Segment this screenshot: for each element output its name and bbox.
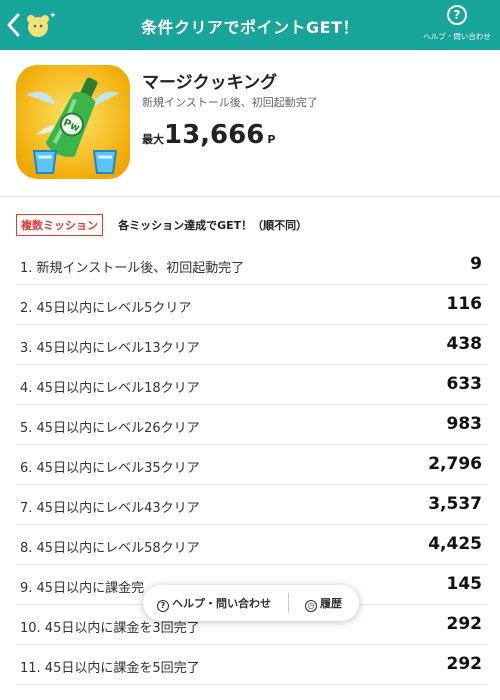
mission-points: 116 bbox=[446, 294, 483, 314]
mission-row: 8. 45日以内にレベル58クリア 4,425 bbox=[16, 525, 486, 565]
mission-points: 983 bbox=[446, 414, 483, 434]
back-button[interactable]: ✦ bbox=[4, 10, 57, 40]
mission-row: 3. 45日以内にレベル13クリア 438 bbox=[16, 325, 486, 365]
divider bbox=[288, 593, 289, 613]
history-label: 履歴 bbox=[320, 597, 342, 610]
chevron-left-icon: ✦ bbox=[7, 11, 57, 37]
mission-points: 292 bbox=[446, 614, 483, 634]
mission-row: 6. 45日以内にレベル35クリア 2,796 bbox=[16, 445, 486, 485]
mission-label: 4. 45日以内にレベル18クリア bbox=[20, 381, 200, 396]
top-header: ✦ 条件クリアでポイントGET！ ? ヘルプ・問い合わせ bbox=[0, 0, 500, 50]
mission-label: 1. 新規インストール後、初回起動完了 bbox=[20, 261, 245, 276]
mission-points: 4,425 bbox=[428, 534, 482, 554]
mission-header: 複数ミッション 各ミッション達成でGET！（順不同） bbox=[16, 214, 307, 236]
mission-label: 7. 45日以内にレベル43クリア bbox=[20, 501, 200, 516]
mission-label: 3. 45日以内にレベル13クリア bbox=[20, 341, 200, 356]
question-circle-icon: ? bbox=[447, 5, 467, 25]
mission-points: 292 bbox=[446, 654, 483, 674]
mission-note: 各ミッション達成でGET！（順不同） bbox=[118, 219, 308, 232]
floating-action-bar: ? ヘルプ・問い合わせ ◷ 履歴 bbox=[143, 585, 359, 621]
mission-points: 9 bbox=[470, 254, 482, 274]
mission-points: 438 bbox=[446, 334, 483, 354]
mission-row: 11. 45日以内に課金を5回完了 292 bbox=[16, 645, 486, 685]
multi-mission-badge: 複数ミッション bbox=[16, 214, 103, 236]
mission-points: 145 bbox=[446, 574, 483, 594]
mission-label: 11. 45日以内に課金を5回完了 bbox=[20, 661, 200, 676]
mission-points: 633 bbox=[446, 374, 483, 394]
mission-row: 7. 45日以内にレベル43クリア 3,537 bbox=[16, 485, 486, 525]
mascot-icon: ✦ bbox=[27, 11, 57, 37]
app-info-card: Pw マージクッキング 新規インストール後、初回起動完了 最大13,666 P bbox=[0, 50, 500, 197]
floating-help-button[interactable]: ? ヘルプ・問い合わせ bbox=[157, 595, 271, 612]
max-points: 最大13,666 P bbox=[142, 120, 275, 150]
points-unit: P bbox=[267, 133, 276, 146]
history-clock-icon: ◷ bbox=[305, 600, 317, 612]
points-value: 13,666 bbox=[164, 120, 265, 150]
floating-help-label: ヘルプ・問い合わせ bbox=[172, 597, 271, 610]
page-title: 条件クリアでポイントGET！ bbox=[141, 18, 359, 37]
mission-row: 5. 45日以内にレベル26クリア 983 bbox=[16, 405, 486, 445]
history-button[interactable]: ◷ 履歴 bbox=[305, 595, 342, 612]
mission-label: 6. 45日以内にレベル35クリア bbox=[20, 461, 200, 476]
help-label: ヘルプ・問い合わせ bbox=[423, 32, 491, 41]
app-name: マージクッキング bbox=[142, 73, 278, 93]
app-icon: Pw bbox=[16, 65, 130, 179]
mission-label: 5. 45日以内にレベル26クリア bbox=[20, 421, 200, 436]
mission-label: 9. 45日以内に課金完 bbox=[20, 581, 145, 596]
points-prefix: 最大 bbox=[142, 133, 164, 146]
mission-row: 1. 新規インストール後、初回起動完了 9 bbox=[16, 245, 486, 285]
svg-text:✦: ✦ bbox=[49, 11, 56, 21]
mission-label: 2. 45日以内にレベル5クリア bbox=[20, 301, 192, 316]
app-condition: 新規インストール後、初回起動完了 bbox=[142, 96, 318, 109]
question-circle-icon: ? bbox=[157, 600, 169, 612]
help-button[interactable]: ? ヘルプ・問い合わせ bbox=[422, 5, 492, 42]
mission-row: 2. 45日以内にレベル5クリア 116 bbox=[16, 285, 486, 325]
mission-label: 8. 45日以内にレベル58クリア bbox=[20, 541, 200, 556]
mission-points: 2,796 bbox=[428, 454, 482, 474]
mission-row: 4. 45日以内にレベル18クリア 633 bbox=[16, 365, 486, 405]
mission-points: 3,537 bbox=[428, 494, 482, 514]
